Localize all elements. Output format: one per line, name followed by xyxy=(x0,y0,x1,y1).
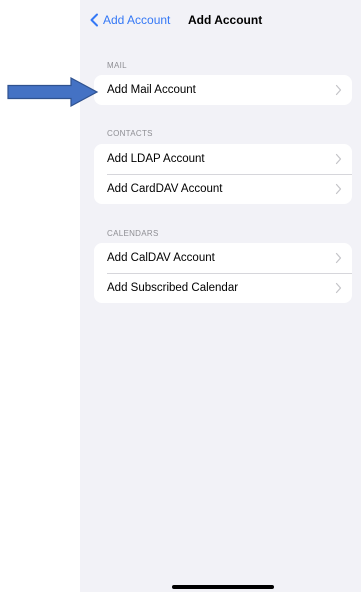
row-label: Add Subscribed Calendar xyxy=(107,282,239,294)
mail-group: Add Mail Account xyxy=(94,75,352,105)
arrow-right-icon xyxy=(7,77,99,107)
back-button-label: Add Account xyxy=(103,13,171,27)
row-label: Add CalDAV Account xyxy=(107,252,215,264)
chevron-right-icon xyxy=(335,183,342,195)
add-carddav-account-row[interactable]: Add CardDAV Account xyxy=(94,174,352,204)
row-label: Add LDAP Account xyxy=(107,153,205,165)
add-subscribed-calendar-row[interactable]: Add Subscribed Calendar xyxy=(94,273,352,303)
contacts-group: Add LDAP Account Add CardDAV Account xyxy=(94,144,352,204)
chevron-right-icon xyxy=(335,282,342,294)
settings-screen: Add Account Add Account MAIL Add Mail Ac… xyxy=(80,0,361,592)
add-mail-account-row[interactable]: Add Mail Account xyxy=(94,75,352,105)
home-indicator xyxy=(172,585,274,589)
row-label: Add CardDAV Account xyxy=(107,183,223,195)
add-ldap-account-row[interactable]: Add LDAP Account xyxy=(94,144,352,174)
chevron-right-icon xyxy=(335,84,342,96)
section-header-calendars: CALENDARS xyxy=(107,229,159,238)
section-header-contacts: CONTACTS xyxy=(107,129,153,138)
section-header-mail: MAIL xyxy=(107,61,127,70)
chevron-right-icon xyxy=(335,252,342,264)
add-caldav-account-row[interactable]: Add CalDAV Account xyxy=(94,243,352,273)
chevron-right-icon xyxy=(335,153,342,165)
row-label: Add Mail Account xyxy=(107,84,196,96)
calendars-group: Add CalDAV Account Add Subscribed Calend… xyxy=(94,243,352,303)
chevron-left-icon xyxy=(90,13,98,27)
back-button[interactable]: Add Account xyxy=(89,13,170,27)
navigation-bar: Add Account Add Account xyxy=(80,6,361,36)
page-title: Add Account xyxy=(188,13,263,27)
